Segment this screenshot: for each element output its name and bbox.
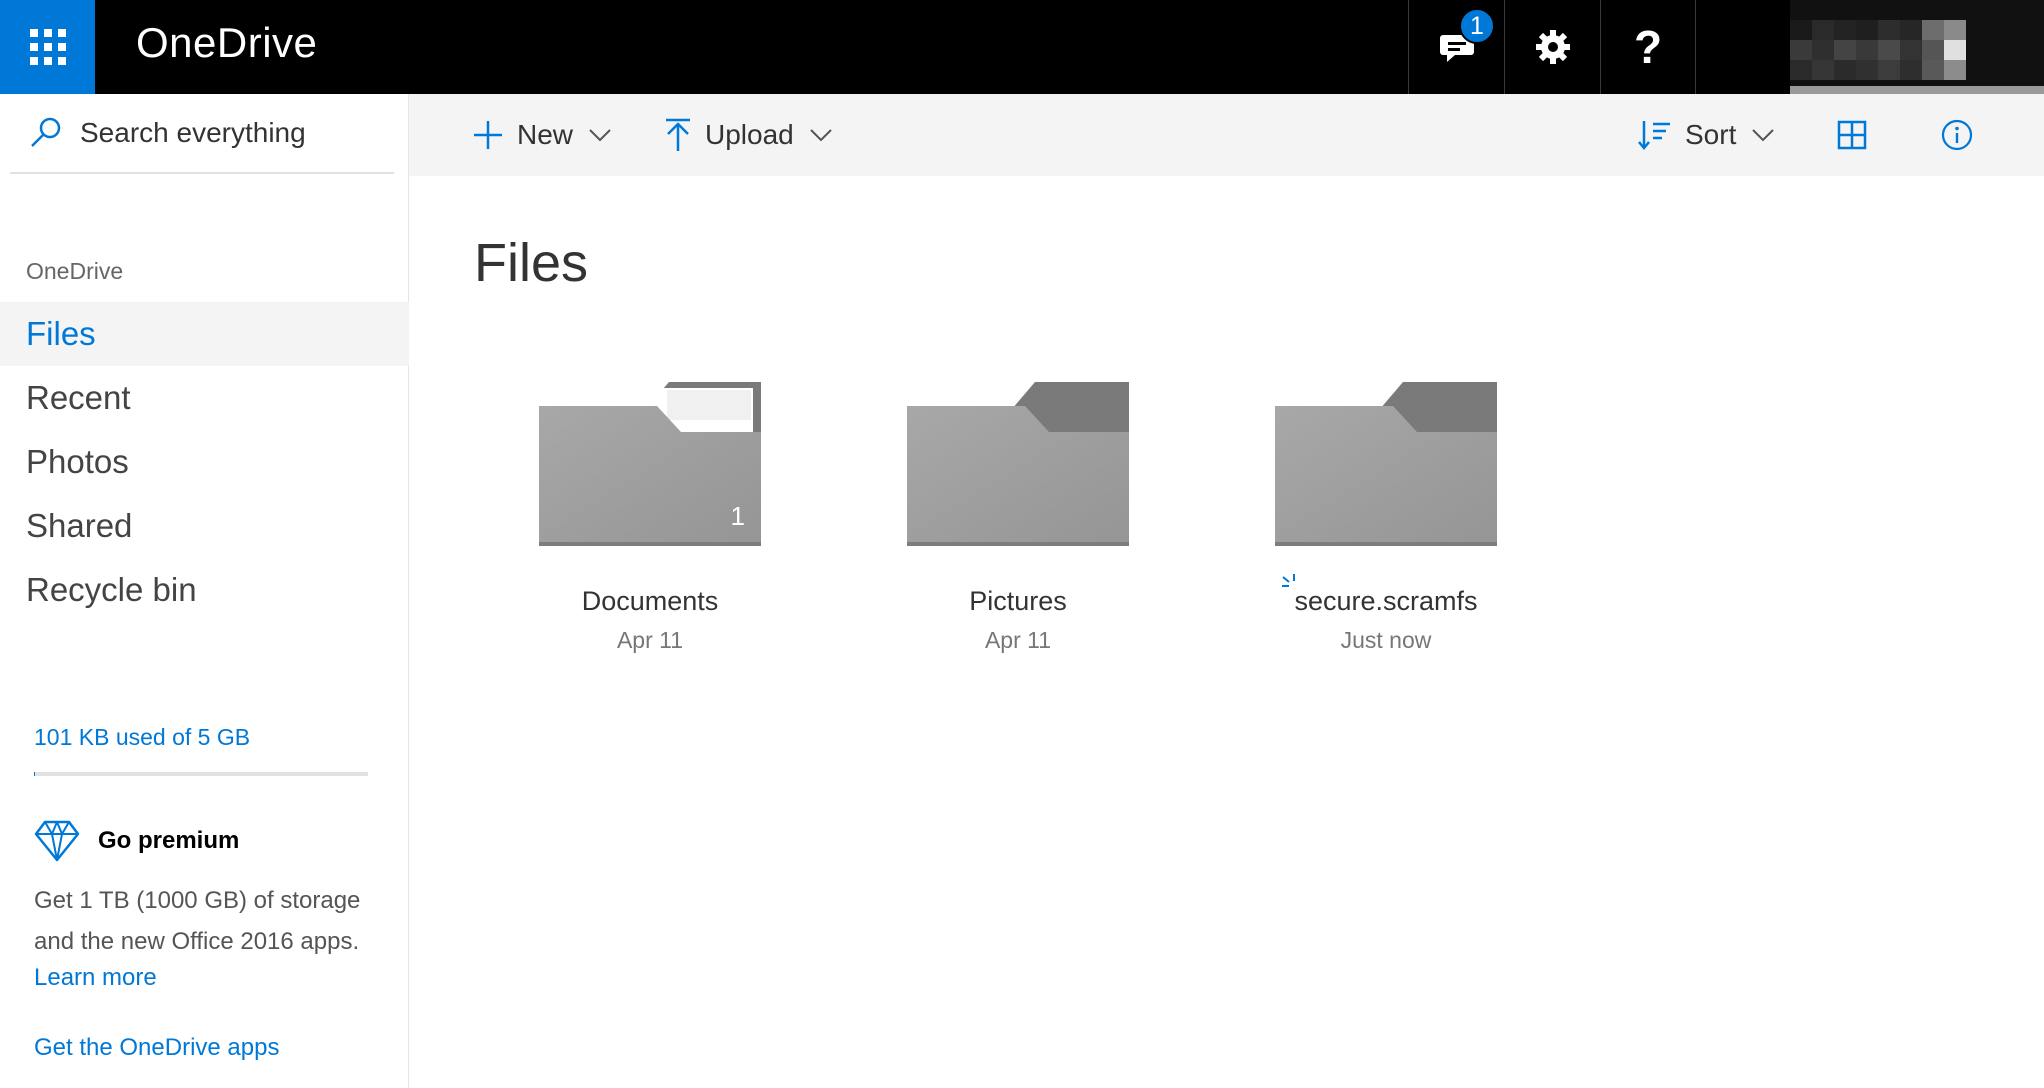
upload-icon: [666, 118, 690, 151]
notification-badge: 1: [1459, 8, 1495, 44]
premium-title: Go premium: [98, 827, 240, 854]
learn-more-link[interactable]: Learn more: [34, 964, 157, 992]
waffle-icon: [29, 29, 66, 65]
search-icon: [31, 117, 61, 147]
nav-section-heading: OneDrive: [26, 258, 124, 284]
get-apps-link[interactable]: Get the OneDrive apps: [34, 1034, 279, 1062]
sort-label: Sort: [1685, 119, 1737, 150]
top-bar: OneDrive 1 ?: [0, 0, 2044, 94]
folder-item-count: 1: [730, 501, 745, 531]
page-title: Files: [474, 233, 589, 293]
app-launcher-button[interactable]: [0, 0, 95, 94]
storage-bar: [34, 772, 368, 776]
chevron-down-icon: [589, 129, 611, 142]
sidebar-item-recycle-bin[interactable]: Recycle bin: [0, 558, 409, 622]
view-toggle-button[interactable]: [1837, 94, 1867, 176]
notifications-button[interactable]: 1: [1408, 0, 1504, 94]
gear-icon: [1535, 30, 1570, 64]
chevron-down-icon: [810, 129, 832, 142]
folder-name: secure.scramfs: [1294, 586, 1478, 616]
search-box[interactable]: Search everything: [10, 94, 394, 174]
sort-icon: [1638, 121, 1670, 150]
sidebar-item-files[interactable]: Files: [0, 302, 409, 366]
app-title[interactable]: OneDrive: [136, 19, 317, 67]
avatar-image: [1790, 20, 1966, 80]
folder-icon: 1: [537, 380, 763, 546]
storage-usage-link[interactable]: 101 KB used of 5 GB: [34, 724, 250, 751]
folder-date: Apr 11: [616, 627, 684, 653]
storage-bar-fill: [34, 772, 35, 776]
folder-tile-documents[interactable]: 1 Documents Apr 11: [530, 380, 770, 654]
header-actions: 1 ?: [1408, 0, 1696, 94]
folder-date: Just now: [1340, 627, 1432, 653]
avatar-border: [1790, 86, 2044, 94]
command-bar: New Upload Sort: [409, 94, 2044, 176]
sidebar-item-shared[interactable]: Shared: [0, 494, 409, 558]
new-button[interactable]: New: [473, 94, 611, 176]
help-icon: ?: [1633, 21, 1663, 73]
sort-button[interactable]: Sort: [1637, 94, 1775, 176]
folder-name: Documents: [581, 586, 719, 616]
plus-icon: [474, 121, 502, 149]
sidebar: Search everything OneDrive Files Recent …: [0, 94, 409, 1088]
search-input[interactable]: Search everything: [80, 117, 306, 149]
folder-tile-secure-scramfs[interactable]: secure.scramfs Just now: [1266, 380, 1506, 654]
folder-icon: [905, 380, 1131, 546]
syncing-icon: [1282, 574, 1295, 587]
sidebar-item-recent[interactable]: Recent: [0, 366, 409, 430]
premium-promo: Go premium: [34, 820, 239, 862]
upload-label: Upload: [705, 119, 794, 150]
account-avatar[interactable]: [1790, 0, 2044, 94]
sidebar-item-photos[interactable]: Photos: [0, 430, 409, 494]
premium-description: Get 1 TB (1000 GB) of storage and the ne…: [34, 887, 361, 955]
folder-name: Pictures: [969, 586, 1067, 616]
settings-button[interactable]: [1504, 0, 1600, 94]
chevron-down-icon: [1752, 129, 1775, 142]
diamond-icon: [34, 820, 80, 862]
nav-list: Files Recent Photos Shared Recycle bin: [0, 302, 409, 622]
grid-view-icon: [1837, 120, 1867, 150]
new-label: New: [517, 119, 574, 150]
folder-icon: [1273, 380, 1499, 546]
upload-button[interactable]: Upload: [665, 94, 832, 176]
help-button[interactable]: ?: [1600, 0, 1696, 94]
folder-date: Apr 11: [984, 627, 1052, 653]
info-icon: [1941, 119, 1973, 151]
details-pane-button[interactable]: [1941, 94, 1973, 176]
folder-tile-pictures[interactable]: Pictures Apr 11: [898, 380, 1138, 654]
